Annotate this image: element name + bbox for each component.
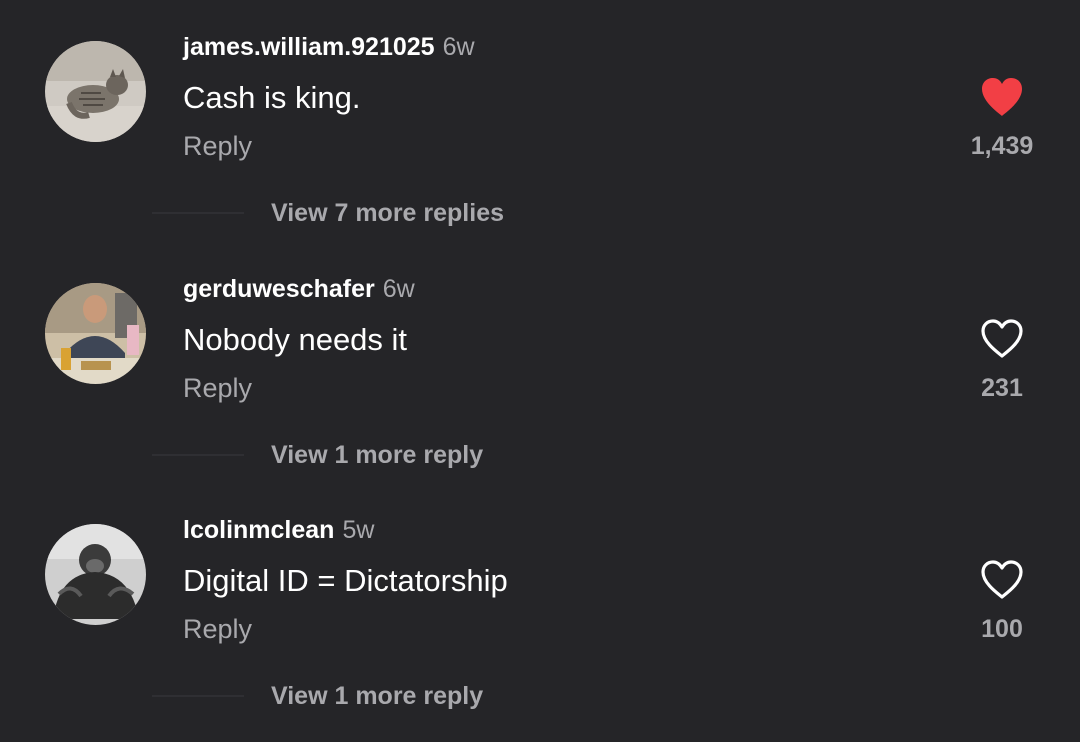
view-more-replies-button[interactable]: View 1 more reply	[271, 682, 483, 711]
user-avatar[interactable]	[45, 524, 146, 625]
reply-button[interactable]: Reply	[183, 614, 252, 645]
comment-item: lcolinmclean 5w Digital ID = Dictatorship…	[0, 483, 1080, 713]
comment-header: gerduweschafer 6w	[183, 275, 415, 304]
view-more-replies-button[interactable]: View 7 more replies	[271, 199, 504, 228]
replies-divider	[152, 695, 244, 697]
heart-filled-icon[interactable]	[979, 76, 1025, 118]
comment-text: Digital ID = Dictatorship	[183, 563, 508, 598]
comment-age: 6w	[442, 33, 475, 61]
like-count: 100	[981, 615, 1023, 643]
comment-item: james.william.921025 6w Cash is king. Rep…	[0, 0, 1080, 230]
user-avatar[interactable]	[45, 283, 146, 384]
user-avatar[interactable]	[45, 41, 146, 142]
view-more-replies-button[interactable]: View 1 more reply	[271, 441, 483, 470]
like-count: 1,439	[970, 132, 1034, 160]
reply-button[interactable]: Reply	[183, 373, 252, 404]
cat-avatar-image	[45, 41, 146, 142]
comment-item: gerduweschafer 6w Nobody needs it Reply 2…	[0, 242, 1080, 472]
gorilla-avatar-image	[45, 524, 146, 625]
replies-divider	[152, 454, 244, 456]
heart-outline-icon[interactable]	[979, 559, 1025, 601]
replies-divider	[152, 212, 244, 214]
comment-header: james.william.921025 6w	[183, 33, 475, 62]
comment-text: Cash is king.	[183, 80, 361, 115]
username[interactable]: lcolinmclean	[183, 516, 334, 544]
like-control: 231	[952, 318, 1052, 403]
username[interactable]: james.william.921025	[183, 33, 435, 61]
heart-outline-icon[interactable]	[979, 318, 1025, 360]
comment-age: 5w	[342, 516, 375, 544]
like-control: 1,439	[952, 76, 1052, 161]
reply-button[interactable]: Reply	[183, 131, 252, 162]
man-avatar-image	[45, 283, 146, 384]
comment-text: Nobody needs it	[183, 322, 408, 357]
like-control: 100	[952, 559, 1052, 644]
like-count: 231	[981, 374, 1023, 402]
comment-header: lcolinmclean 5w	[183, 516, 374, 545]
username[interactable]: gerduweschafer	[183, 275, 375, 303]
comment-age: 6w	[382, 275, 415, 303]
